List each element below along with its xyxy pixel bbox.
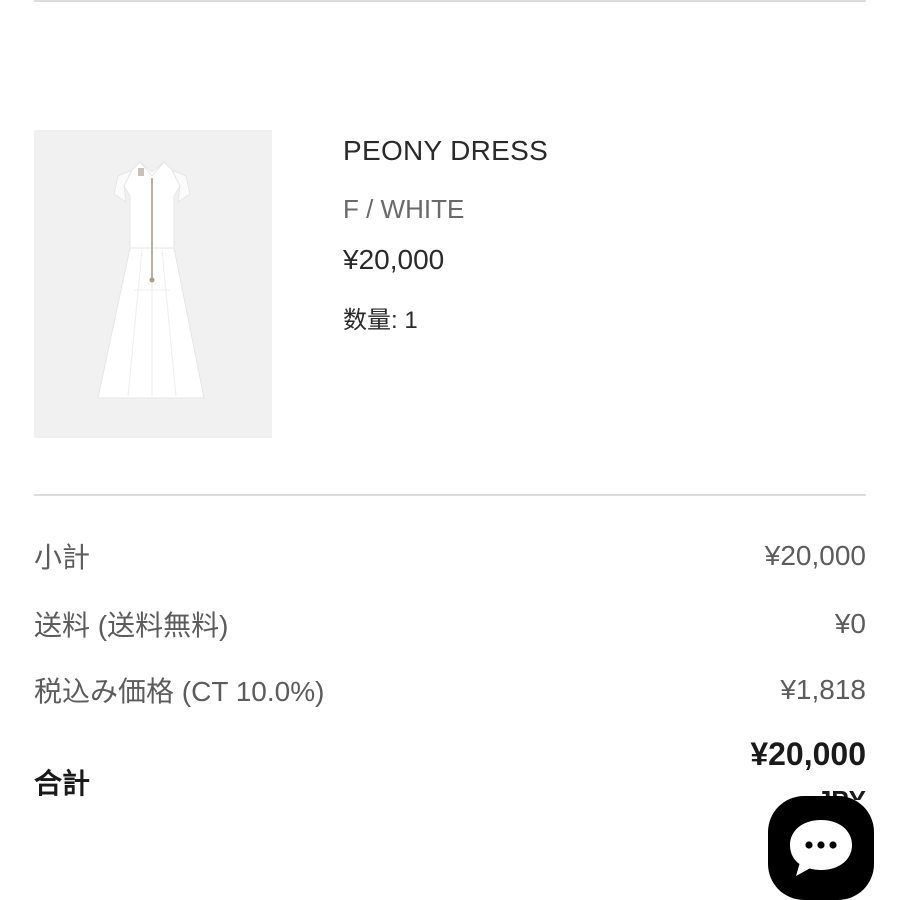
product-price: ¥20,000 [343, 244, 445, 275]
subtotal-label: 小計 [34, 542, 91, 573]
dress-icon [34, 130, 272, 438]
subtotal-row: 小計 ¥20,000 [34, 536, 866, 576]
shipping-label: 送料 (送料無料) [34, 610, 229, 641]
chat-bubble-icon [790, 820, 852, 876]
total-value: ¥20,000 [750, 736, 866, 772]
product-variant: F / WHITE [343, 194, 465, 224]
cart-summary-page: PEONY DRESS F / WHITE ¥20,000 数量: 1 小計 ¥… [0, 0, 900, 900]
product-name[interactable]: PEONY DRESS [343, 134, 548, 168]
tax-row: 税込み価格 (CT 10.0%) ¥1,818 [34, 670, 866, 710]
product-quantity: 数量: 1 [343, 307, 418, 334]
subtotal-value: ¥20,000 [764, 540, 866, 571]
shipping-value: ¥0 [834, 608, 866, 639]
chat-button[interactable] [768, 796, 874, 900]
shipping-row: 送料 (送料無料) ¥0 [34, 604, 866, 644]
section-divider [34, 494, 866, 496]
total-label: 合計 [34, 768, 91, 799]
tax-value: ¥1,818 [780, 674, 866, 705]
top-divider [34, 0, 866, 2]
product-info: PEONY DRESS F / WHITE ¥20,000 数量: 1 [343, 134, 548, 336]
product-image[interactable] [34, 130, 272, 438]
tax-label: 税込み価格 (CT 10.0%) [34, 676, 325, 707]
